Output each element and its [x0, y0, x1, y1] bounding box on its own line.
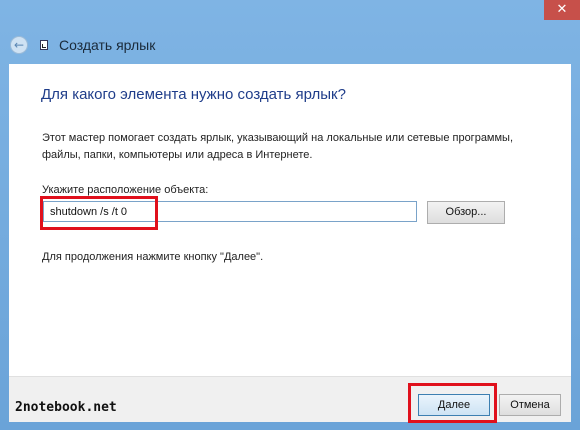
close-button[interactable]: ✕: [544, 0, 580, 20]
shortcut-icon: [40, 40, 48, 50]
input-highlight-box: [40, 196, 158, 230]
next-highlight-box: [408, 383, 497, 423]
continue-hint: Для продолжения нажмите кнопку "Далее".: [42, 251, 264, 263]
back-arrow-icon: ←: [13, 38, 25, 52]
dialog-window: ✕ ← Создать ярлык Для какого элемента ну…: [0, 0, 580, 430]
cancel-button[interactable]: Отмена: [499, 394, 561, 416]
window-title: Создать ярлык: [59, 37, 156, 53]
title-bar[interactable]: ✕ ← Создать ярлык: [0, 0, 580, 64]
wizard-description: Этот мастер помогает создать ярлык, указ…: [42, 132, 514, 161]
browse-button[interactable]: Обзор...: [427, 201, 505, 224]
close-icon: ✕: [556, 2, 568, 17]
location-label: Укажите расположение объекта:: [42, 184, 209, 196]
wizard-heading: Для какого элемента нужно создать ярлык?: [41, 86, 346, 103]
back-button[interactable]: ←: [10, 36, 28, 54]
watermark: 2notebook.net: [15, 400, 117, 415]
